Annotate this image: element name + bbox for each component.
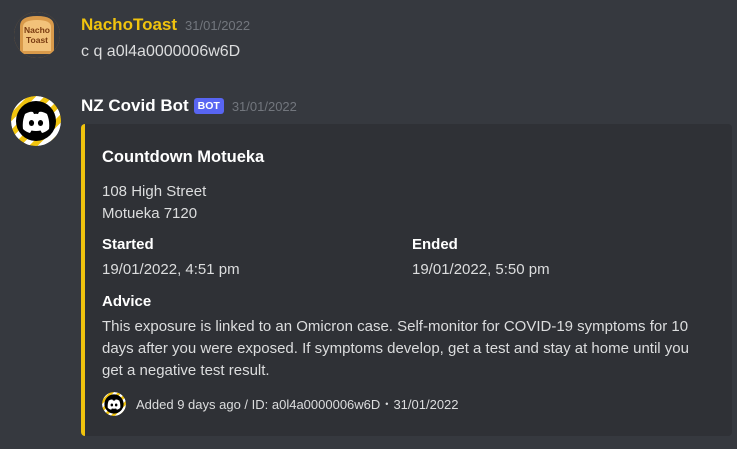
embed-address: 108 High Street Motueka 7120 [102,181,206,225]
embed-footer: Added 9 days ago / ID: a0l4a0000006w6D •… [102,392,459,416]
address-line: Motueka 7120 [102,205,198,222]
footer-separator: • [385,399,389,409]
message-content: c q a0l4a0000006w6D [81,43,241,60]
field-ended-name: Ended [412,236,458,253]
timestamp: 31/01/2022 [231,98,297,114]
footer-text: Added 9 days ago / ID: a0l4a0000006w6D [136,396,381,412]
username[interactable]: NachoToast [81,15,177,35]
footer-timestamp: 31/01/2022 [393,396,459,412]
field-started-value: 19/01/2022, 4:51 pm [102,261,240,278]
username[interactable]: NZ Covid Bot [81,96,189,116]
field-advice-value: This exposure is linked to an Omicron ca… [102,318,689,379]
timestamp: 31/01/2022 [185,17,251,33]
exposure-embed: Countdown Motueka 108 High Street Motuek… [81,124,732,436]
embed-title: Countdown Motueka [102,148,265,166]
footer-bot-icon [102,392,126,416]
address-line: 108 High Street [102,183,207,200]
field-started-name: Started [102,236,154,253]
avatar-text: Nacho [24,25,50,35]
bot-badge: BOT [193,98,224,114]
field-advice-name: Advice [102,293,152,310]
avatar[interactable] [11,96,61,146]
avatar-text: Toast [25,35,49,45]
field-ended-value: 19/01/2022, 5:50 pm [412,261,550,278]
discord-logo-icon [11,96,61,146]
avatar[interactable]: Nacho Toast [14,12,60,58]
